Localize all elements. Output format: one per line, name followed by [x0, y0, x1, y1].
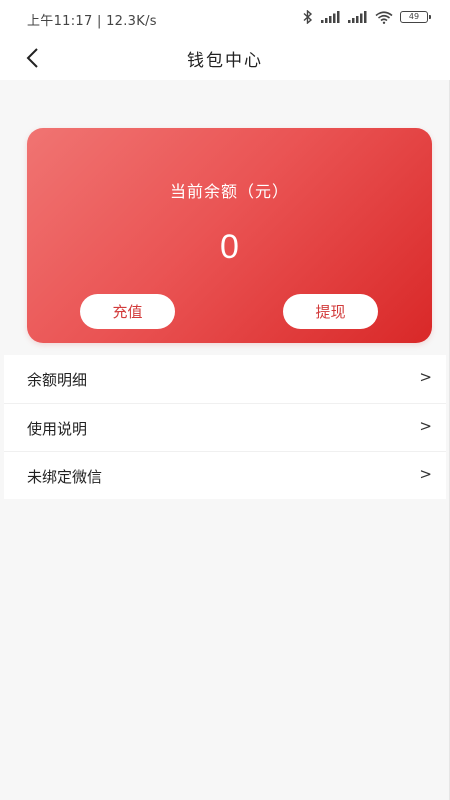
page-title: 钱包中心 — [187, 51, 263, 71]
menu-item-wechat-binding[interactable]: 未绑定微信 > — [4, 451, 446, 499]
signal-icon-2 — [348, 11, 367, 23]
wifi-icon — [375, 10, 393, 24]
status-icons: 49 — [302, 10, 431, 24]
bluetooth-icon — [303, 10, 313, 24]
menu-item-label: 未绑定微信 — [27, 468, 103, 486]
balance-label: 当前余额（元） — [169, 182, 289, 201]
menu-item-label: 余额明细 — [27, 371, 88, 389]
chevron-right-icon: > — [419, 465, 432, 483]
menu-item-balance-detail[interactable]: 余额明细 > — [4, 355, 446, 403]
signal-icon — [321, 11, 340, 23]
recharge-button[interactable]: 充值 — [80, 294, 175, 329]
chevron-right-icon: > — [419, 368, 432, 386]
withdraw-button[interactable]: 提现 — [283, 294, 378, 329]
menu-item-usage-guide[interactable]: 使用说明 > — [4, 403, 446, 451]
status-time-speed: 上午11:17 | 12.3K/s — [27, 14, 157, 29]
nav-bar: 钱包中心 — [0, 36, 450, 80]
wallet-card: 当前余额（元） 0 充值 提现 — [27, 128, 432, 343]
menu-item-label: 使用说明 — [27, 420, 88, 438]
battery-icon: 49 — [400, 11, 431, 23]
status-bar: 上午11:17 | 12.3K/s 49 — [0, 0, 450, 36]
chevron-right-icon: > — [419, 417, 432, 435]
menu-list: 余额明细 > 使用说明 > 未绑定微信 > — [4, 355, 446, 499]
balance-value: 0 — [220, 228, 239, 266]
